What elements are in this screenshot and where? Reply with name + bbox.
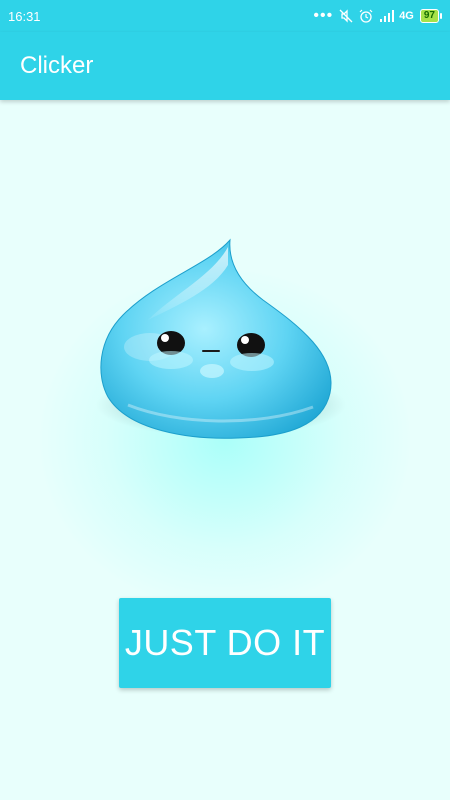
water-drop-character[interactable] bbox=[88, 235, 358, 455]
just-do-it-button[interactable]: JUST DO IT bbox=[119, 598, 331, 688]
battery-indicator: 97 bbox=[419, 9, 443, 23]
app-bar: Clicker bbox=[0, 32, 450, 100]
mute-icon bbox=[339, 9, 353, 23]
more-dots-icon: ••• bbox=[313, 7, 334, 24]
status-bar: 16:31 ••• 4G 97 bbox=[0, 0, 450, 32]
nose bbox=[200, 364, 224, 378]
alarm-icon bbox=[359, 9, 373, 23]
main-content: JUST DO IT bbox=[0, 100, 450, 800]
status-icons: ••• 4G 97 bbox=[313, 7, 443, 24]
network-type: 4G bbox=[399, 10, 414, 22]
signal-icon bbox=[379, 9, 395, 23]
app-title: Clicker bbox=[20, 52, 94, 79]
status-time: 16:31 bbox=[8, 8, 41, 24]
